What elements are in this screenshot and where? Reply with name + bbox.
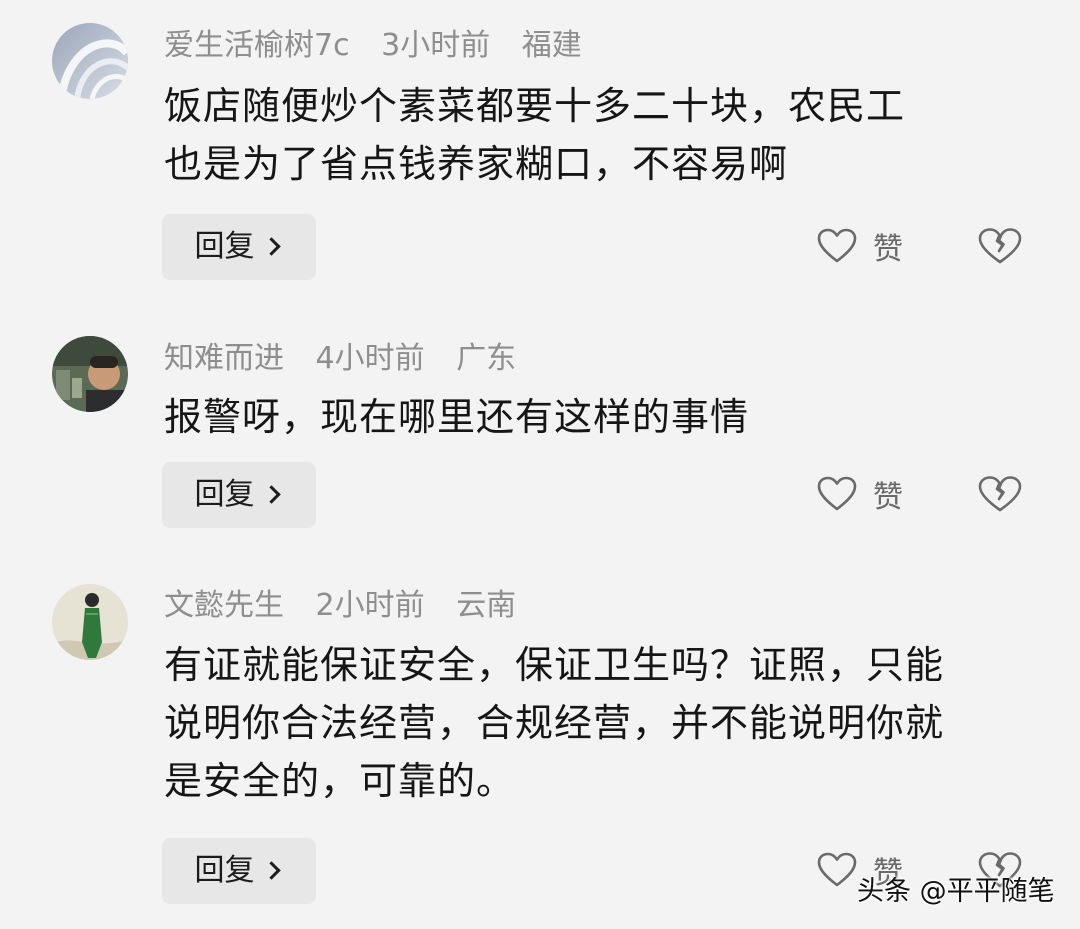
comment-time: 4小时前 (315, 341, 425, 376)
heart-outline-icon (817, 852, 857, 887)
broken-heart-icon (978, 228, 1022, 264)
username[interactable]: 爱生活榆树7c (164, 28, 350, 63)
watermark: 头条 @平平随笔 (857, 876, 1055, 907)
comment-location: 福建 (521, 28, 582, 63)
chevron-right-icon (261, 485, 281, 504)
avatar[interactable] (52, 336, 128, 412)
comment-time: 2小时前 (315, 588, 425, 623)
chevron-right-icon (261, 861, 281, 880)
like-button[interactable]: 赞 (817, 464, 903, 524)
comment-line: 说明你合法经营，合规经营，并不能说明你就 (164, 701, 945, 745)
dislike-button[interactable] (978, 216, 1022, 276)
username[interactable]: 文懿先生 (164, 588, 284, 623)
avatar[interactable] (52, 23, 128, 99)
chevron-right-icon (261, 237, 281, 256)
comment-list: 爱生活榆树7c 3小时前 福建 饭店随便炒个素菜都要十多二十块，农民工 也是为了… (0, 0, 1080, 929)
dislike-button[interactable] (978, 464, 1022, 524)
broken-heart-icon (978, 476, 1022, 512)
reply-label: 回复 (194, 853, 255, 888)
comment-line: 是安全的，可靠的。 (164, 759, 516, 803)
comment-line: 饭店随便炒个素菜都要十多二十块，农民工 (164, 84, 906, 128)
comment-location: 广东 (456, 341, 517, 376)
comment-line: 有证就能保证安全，保证卫生吗？证照，只能 (164, 643, 945, 687)
reply-button[interactable]: 回复 (162, 214, 316, 280)
like-label: 赞 (873, 480, 903, 515)
reply-button[interactable]: 回复 (162, 462, 316, 528)
username[interactable]: 知难而进 (164, 341, 284, 376)
comment-meta: 文懿先生 2小时前 云南 (164, 586, 538, 626)
comment-text: 报警呀，现在哪里还有这样的事情 (164, 388, 1044, 446)
reply-label: 回复 (194, 477, 255, 512)
comment-meta: 知难而进 4小时前 广东 (164, 339, 538, 379)
reply-label: 回复 (194, 229, 255, 264)
comment-meta: 爱生活榆树7c 3小时前 福建 (164, 26, 604, 66)
comment-time: 3小时前 (381, 28, 491, 63)
heart-outline-icon (817, 476, 857, 511)
comment-location: 云南 (456, 588, 517, 623)
avatar[interactable] (52, 584, 128, 660)
reply-button[interactable]: 回复 (162, 838, 316, 904)
heart-outline-icon (817, 228, 857, 263)
comment-line: 报警呀，现在哪里还有这样的事情 (164, 395, 750, 439)
like-label: 赞 (873, 232, 903, 267)
comment-line: 也是为了省点钱养家糊口，不容易啊 (164, 142, 789, 186)
like-button[interactable]: 赞 (817, 216, 903, 276)
comment-text: 饭店随便炒个素菜都要十多二十块，农民工 也是为了省点钱养家糊口，不容易啊 (164, 77, 1044, 193)
comment-text: 有证就能保证安全，保证卫生吗？证照，只能 说明你合法经营，合规经营，并不能说明你… (164, 636, 1044, 810)
